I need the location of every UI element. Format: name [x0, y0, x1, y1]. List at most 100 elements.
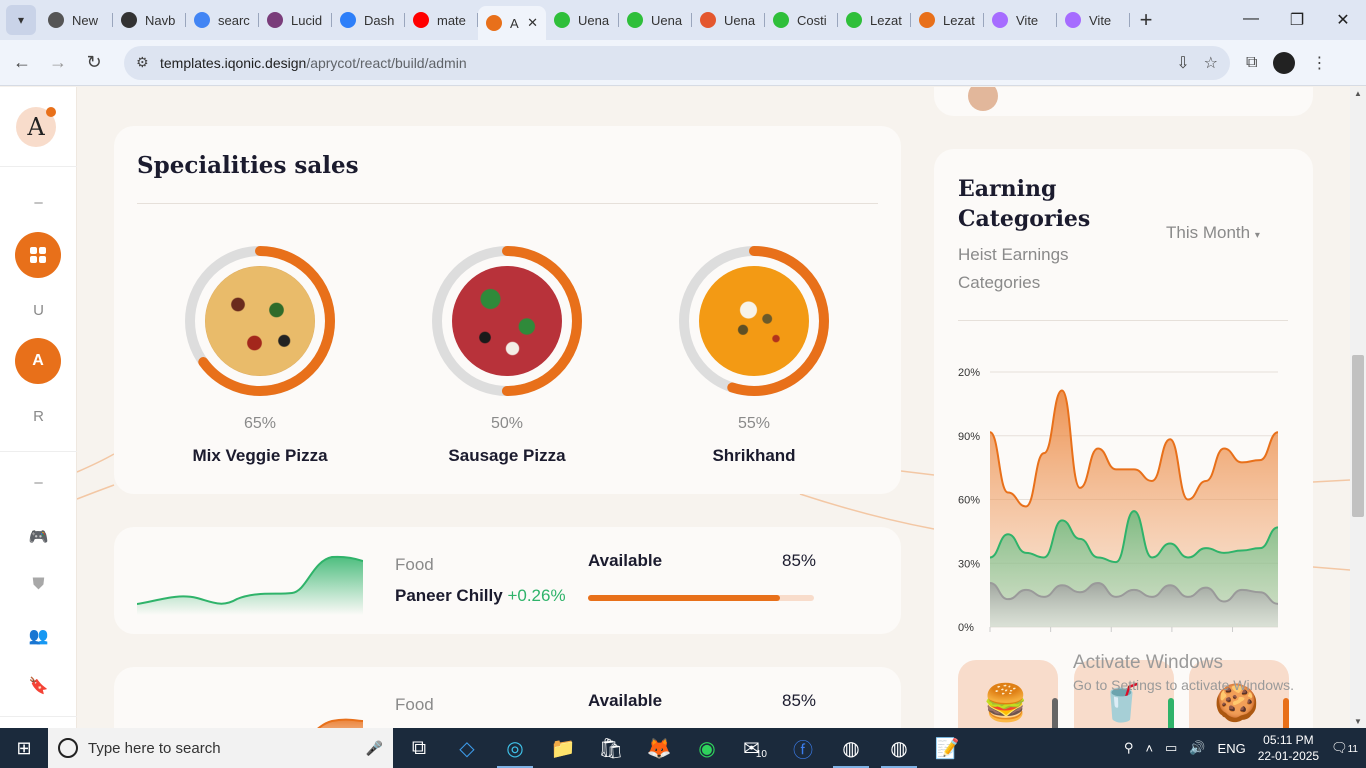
browser-tab[interactable]: Lucid: [259, 5, 332, 35]
firefox-icon[interactable]: 🦊: [635, 728, 683, 768]
browser-tab[interactable]: Uena: [619, 5, 692, 35]
speciality-item[interactable]: 65% Mix Veggie Pizza: [185, 246, 335, 466]
chrome-icon[interactable]: ◍: [827, 728, 875, 768]
accent-bar: [1052, 698, 1058, 728]
speciality-item[interactable]: 55% Shrikhand: [679, 246, 829, 466]
browser-tab[interactable]: Uena: [546, 5, 619, 35]
app-logo[interactable]: A: [16, 107, 56, 147]
browser-tab[interactable]: A ✕: [478, 6, 546, 40]
bookmark-star-icon[interactable]: ☆: [1204, 53, 1218, 73]
chrome-profile-icon[interactable]: ◍: [875, 728, 923, 768]
card-title: Earning Categories: [958, 176, 1091, 232]
tab-label: New: [72, 12, 99, 28]
sidebar-item-r[interactable]: R: [0, 408, 77, 425]
earning-categories-card: Earning Categories Heist Earnings Catego…: [934, 149, 1313, 728]
tab-label: A: [510, 15, 519, 31]
whatsapp-icon[interactable]: ◉: [683, 728, 731, 768]
percent-label: 65%: [243, 415, 277, 432]
burger-icon: 🍔: [983, 682, 1028, 723]
dish-name: Shrikhand: [712, 446, 796, 465]
tray-chevron-icon[interactable]: ˄: [1145, 741, 1153, 756]
forward-icon[interactable]: →: [40, 52, 76, 73]
speciality-item[interactable]: 50% Sausage Pizza: [432, 246, 582, 466]
taskbar-search[interactable]: Type here to search 🎤: [48, 728, 393, 768]
restore-icon[interactable]: ❐: [1274, 10, 1320, 30]
shield-icon[interactable]: ⛊: [0, 576, 77, 594]
sidebar-item-u[interactable]: U: [0, 302, 77, 319]
browser-tab[interactable]: Vite: [984, 5, 1057, 35]
taskbar-clock[interactable]: 05:11 PM 22-01-2025: [1258, 732, 1319, 764]
browser-tab[interactable]: Lezat: [911, 5, 984, 35]
store-icon[interactable]: 🛍: [587, 728, 635, 768]
tab-favicon-icon: [554, 12, 570, 28]
tab-label: Lezat: [943, 12, 975, 28]
battery-icon[interactable]: ▭: [1165, 740, 1177, 756]
sidebar-item-dashboard[interactable]: [15, 232, 61, 278]
browser-tab[interactable]: New: [40, 5, 113, 35]
browser-menu-icon[interactable]: ⋮: [1311, 53, 1327, 73]
tab-label: Uena: [651, 12, 683, 28]
sidebar: A – U A R – 🎮 ⛊ 👥 🔖: [0, 87, 77, 728]
tab-label: Lezat: [870, 12, 902, 28]
file-explorer-icon[interactable]: 📁: [539, 728, 587, 768]
language-indicator[interactable]: ENG: [1218, 741, 1246, 756]
scroll-down-icon[interactable]: ▼: [1350, 717, 1366, 726]
browser-tab[interactable]: Navb: [113, 5, 186, 35]
tab-favicon-icon: [773, 12, 789, 28]
browser-tab[interactable]: searc: [186, 5, 259, 35]
close-window-icon[interactable]: ✕: [1320, 10, 1366, 30]
browser-tab[interactable]: Costi: [765, 5, 838, 35]
logo-dot: [46, 107, 56, 117]
extensions-icon[interactable]: ⧉: [1246, 54, 1257, 72]
caret-down-icon: ▾: [1254, 230, 1260, 241]
scrollbar-thumb[interactable]: [1352, 355, 1364, 517]
url-path: /aprycot/react/build/admin: [306, 54, 467, 71]
notifications-icon[interactable]: 🗨11: [1331, 740, 1358, 756]
bookmark-icon[interactable]: 🔖: [0, 676, 77, 696]
tab-label: Vite: [1089, 12, 1112, 28]
browser-tab[interactable]: Lezat: [838, 5, 911, 35]
availability-bar-fill: [588, 595, 781, 601]
scroll-up-icon[interactable]: ▲: [1350, 89, 1366, 98]
sidebar-item-a[interactable]: A: [15, 338, 61, 384]
dish-name: Sausage Pizza: [448, 446, 566, 465]
browser-tab[interactable]: Vite: [1057, 5, 1130, 35]
microphone-icon[interactable]: 🎤: [366, 740, 383, 757]
volume-icon[interactable]: 🔊: [1189, 740, 1205, 756]
windows-start-icon[interactable]: ⊞: [0, 738, 48, 759]
period-dropdown[interactable]: This Month ▾: [1166, 223, 1260, 243]
page-scrollbar[interactable]: ▲ ▼: [1350, 87, 1366, 728]
users-icon[interactable]: 👥: [0, 626, 77, 646]
browser-tab[interactable]: mate: [405, 5, 478, 35]
profile-avatar[interactable]: [1273, 51, 1296, 74]
task-view-icon[interactable]: ⧉: [395, 728, 443, 768]
y-tick-label: 20%: [958, 367, 980, 379]
dish-name: Mix Veggie Pizza: [192, 446, 328, 465]
back-icon[interactable]: ←: [4, 52, 40, 73]
percent-label: 50%: [490, 415, 524, 432]
facebook-icon[interactable]: ⓕ: [779, 728, 827, 768]
minimize-icon[interactable]: —: [1228, 10, 1274, 30]
tab-close-icon[interactable]: ✕: [527, 15, 538, 31]
tab-search-button[interactable]: ▾: [6, 5, 36, 35]
browser-tab-strip: ▾ New Navb searc Lucid Dash mate A ✕ Uena Uena Uen…: [0, 0, 1366, 40]
url-field[interactable]: ⚙ templates.iqonic.design/aprycot/react/…: [124, 45, 1230, 80]
browser-tab[interactable]: Uena: [692, 5, 765, 35]
accent-bar: [1168, 698, 1174, 728]
people-icon[interactable]: ⚲: [1124, 740, 1134, 756]
category-card-burger[interactable]: 🍔: [958, 660, 1058, 728]
tab-favicon-icon: [486, 15, 502, 31]
y-tick-label: 60%: [958, 495, 980, 507]
vscode-icon[interactable]: ◇: [443, 728, 491, 768]
gamepad-icon[interactable]: 🎮: [0, 527, 77, 547]
mail-icon[interactable]: ✉ 10: [731, 728, 779, 768]
edge-icon[interactable]: ◎: [491, 728, 539, 768]
reload-icon[interactable]: ↻: [76, 52, 112, 73]
tab-favicon-icon: [846, 12, 862, 28]
y-tick-label: 90%: [958, 431, 980, 443]
browser-tab[interactable]: Dash: [332, 5, 405, 35]
install-app-icon[interactable]: ⇩: [1176, 53, 1189, 73]
site-info-icon[interactable]: ⚙: [136, 54, 160, 71]
new-tab-button[interactable]: +: [1130, 7, 1162, 33]
notepad-icon[interactable]: 📝: [923, 728, 971, 768]
